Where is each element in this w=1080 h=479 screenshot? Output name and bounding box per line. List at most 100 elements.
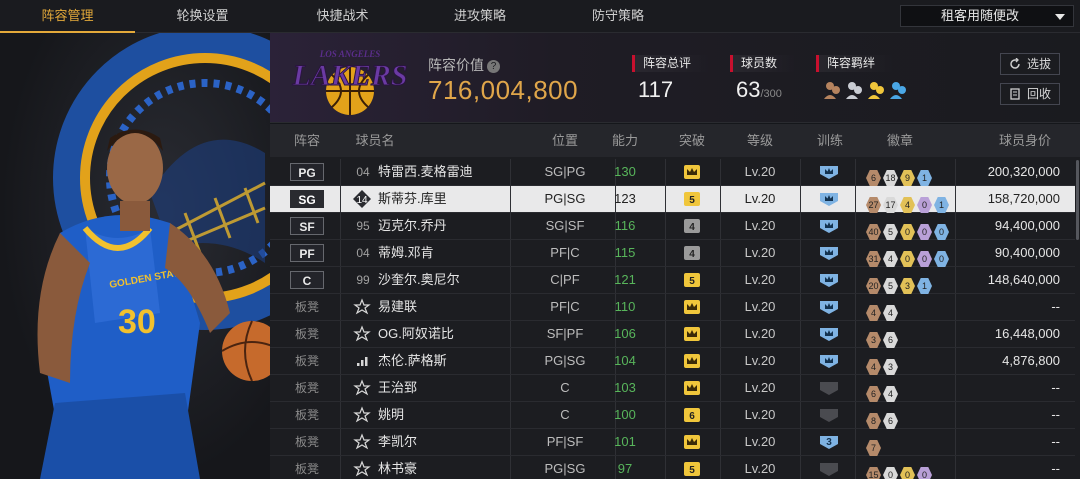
lineup-slot[interactable]: PF xyxy=(290,240,324,266)
player-portrait-image: GOLDEN STATE 30 xyxy=(37,33,270,479)
badge-list[interactable]: 31 4 0 0 0 xyxy=(866,245,951,267)
col-player-name[interactable]: 球员名 xyxy=(350,124,400,157)
badge-list[interactable]: 7 xyxy=(866,434,883,456)
badge-list[interactable]: 6 18 9 1 xyxy=(866,164,934,186)
column-divider xyxy=(955,240,956,266)
badge-list[interactable]: 40 5 0 0 0 xyxy=(866,218,951,240)
training-icon[interactable] xyxy=(818,407,840,423)
badge-list[interactable]: 36 xyxy=(866,326,900,348)
player-name[interactable]: 蒂姆.邓肯 xyxy=(378,240,538,266)
badge-list[interactable]: 15 0 0 0 xyxy=(866,461,934,479)
jersey-number: 04 xyxy=(356,165,370,179)
table-row[interactable]: 板凳 李凯尔 PF|SF 101 Lv.20 3 7 -- xyxy=(270,429,1075,456)
select-button[interactable]: 选拔 xyxy=(1000,53,1060,75)
table-row[interactable]: 板凳 易建联 PF|C 110 Lv.20 4 4 -- xyxy=(270,294,1075,321)
tab-quick-tactics[interactable]: 快捷战术 xyxy=(270,0,415,33)
badge-count: 1 xyxy=(917,170,932,186)
table-row[interactable]: PG 04 特雷西.麦格雷迪 SG|PG 130 Lv.20 6 18 9 1 200,320,00… xyxy=(270,159,1075,186)
col-player-value[interactable]: 球员身价 xyxy=(985,124,1065,157)
table-row[interactable]: 板凳 姚明 C 100 6 Lv.20 8 6 -- xyxy=(270,402,1075,429)
training-icon[interactable] xyxy=(818,380,840,396)
badge-list[interactable]: 43 xyxy=(866,353,900,375)
player-name[interactable]: 特雷西.麦格雷迪 xyxy=(378,159,538,185)
player-name[interactable]: 斯蒂芬.库里 xyxy=(378,186,538,212)
table-row[interactable]: 板凳 杰伦.萨格斯 PG|SG 104 Lv.20 4 3 4,876,800 xyxy=(270,348,1075,375)
player-name[interactable]: 姚明 xyxy=(378,402,538,428)
col-level[interactable]: 等级 xyxy=(730,124,790,157)
column-divider xyxy=(665,267,666,293)
training-icon[interactable] xyxy=(818,461,840,477)
player-name[interactable]: 杰伦.萨格斯 xyxy=(378,348,538,374)
player-name[interactable]: 林书豪 xyxy=(378,456,538,479)
lineup-slot[interactable]: SG xyxy=(290,186,324,212)
training-icon[interactable] xyxy=(818,353,840,369)
lineup-select-dropdown[interactable]: 租客用随便改 xyxy=(900,5,1074,27)
player-value: 94,400,000 xyxy=(994,218,1060,233)
lineup-slot[interactable]: 板凳 xyxy=(290,348,324,374)
tab-rotation-settings[interactable]: 轮换设置 xyxy=(135,0,270,33)
badge-count: 4 xyxy=(883,251,898,267)
col-training[interactable]: 训练 xyxy=(805,124,855,157)
table-row[interactable]: 板凳 OG.阿奴诺比 SF|PF 106 Lv.20 3 6 16,448,000 xyxy=(270,321,1075,348)
player-name[interactable]: 迈克尔.乔丹 xyxy=(378,213,538,239)
column-divider xyxy=(855,213,856,239)
badge-list[interactable]: 86 xyxy=(866,407,900,429)
lineup-slot[interactable]: 板凳 xyxy=(290,456,324,479)
table-row[interactable]: 板凳 林书豪 PG|SG 97 5 Lv.20 15 0 0 0 -- xyxy=(270,456,1075,479)
badge-list[interactable]: 44 xyxy=(866,299,900,321)
lineup-slot[interactable]: C xyxy=(290,267,324,293)
badge-list[interactable]: 20 5 3 1 xyxy=(866,272,934,294)
table-row[interactable]: C 99 沙奎尔.奥尼尔 C|PF 121 5 Lv.20 20 5 3 1 148,640,000 xyxy=(270,267,1075,294)
badge-count: 0 xyxy=(917,224,932,240)
col-badges[interactable]: 徽章 xyxy=(870,124,930,157)
column-divider xyxy=(855,321,856,347)
lineup-slot[interactable]: SF xyxy=(290,213,324,239)
lineup-slot[interactable]: 板凳 xyxy=(290,429,324,455)
table-scrollbar[interactable] xyxy=(1076,160,1079,240)
svg-text:30: 30 xyxy=(118,303,156,341)
tab-offense-strategy[interactable]: 进攻策略 xyxy=(410,0,550,33)
lineup-slot[interactable]: 板凳 xyxy=(290,402,324,428)
recycle-button[interactable]: 回收 xyxy=(1000,83,1060,105)
training-level-badge[interactable]: 3 xyxy=(818,434,840,450)
player-name[interactable]: OG.阿奴诺比 xyxy=(378,321,538,347)
training-icon[interactable] xyxy=(818,326,840,342)
training-icon[interactable] xyxy=(818,272,840,288)
table-row[interactable]: SG 14 斯蒂芬.库里 PG|SG 123 5 Lv.20 27 17 4 0 1 158,720,0… xyxy=(270,186,1075,213)
badge-count: 40 xyxy=(866,224,881,240)
table-row[interactable]: SF 95 迈克尔.乔丹 SG|SF 116 4 Lv.20 40 5 0 0 0 94,400,000 xyxy=(270,213,1075,240)
player-name[interactable]: 李凯尔 xyxy=(378,429,538,455)
badge-list[interactable]: 27 17 4 0 1 xyxy=(866,191,951,213)
training-icon[interactable] xyxy=(818,191,840,207)
table-row[interactable]: PF 04 蒂姆.邓肯 PF|C 115 4 Lv.20 31 4 0 0 0 90,400,000 xyxy=(270,240,1075,267)
badge-list[interactable]: 64 xyxy=(866,380,900,402)
column-divider xyxy=(800,429,801,455)
player-value: 200,320,000 xyxy=(987,164,1060,179)
col-position[interactable]: 位置 xyxy=(525,124,605,157)
lineup-slot[interactable]: 板凳 xyxy=(290,294,324,320)
col-lineup[interactable]: 阵容 xyxy=(290,124,324,157)
lineup-slot[interactable]: PG xyxy=(290,159,324,185)
player-name[interactable]: 易建联 xyxy=(378,294,538,320)
player-name[interactable]: 沙奎尔.奥尼尔 xyxy=(378,267,538,293)
slot-badge: PF xyxy=(290,244,324,262)
player-ability: 103 xyxy=(614,380,636,395)
col-ability[interactable]: 能力 xyxy=(600,124,650,157)
training-icon[interactable] xyxy=(818,164,840,180)
col-breakthrough[interactable]: 突破 xyxy=(667,124,717,157)
breakthrough-level: 4 xyxy=(689,249,695,260)
table-row[interactable]: 板凳 王治郅 C 103 Lv.20 6 4 -- xyxy=(270,375,1075,402)
column-divider xyxy=(665,456,666,479)
training-icon[interactable] xyxy=(818,245,840,261)
lineup-bonds-icons[interactable] xyxy=(822,79,922,106)
tab-lineup-management[interactable]: 阵容管理 xyxy=(0,0,135,33)
player-level: Lv.20 xyxy=(744,434,776,449)
player-name[interactable]: 王治郅 xyxy=(378,375,538,401)
lineup-slot[interactable]: 板凳 xyxy=(290,321,324,347)
help-icon[interactable]: ? xyxy=(487,60,500,73)
training-icon[interactable] xyxy=(818,218,840,234)
training-icon[interactable] xyxy=(818,299,840,315)
lineup-slot[interactable]: 板凳 xyxy=(290,375,324,401)
tab-defense-strategy[interactable]: 防守策略 xyxy=(548,0,688,33)
player-value: -- xyxy=(1051,380,1060,395)
